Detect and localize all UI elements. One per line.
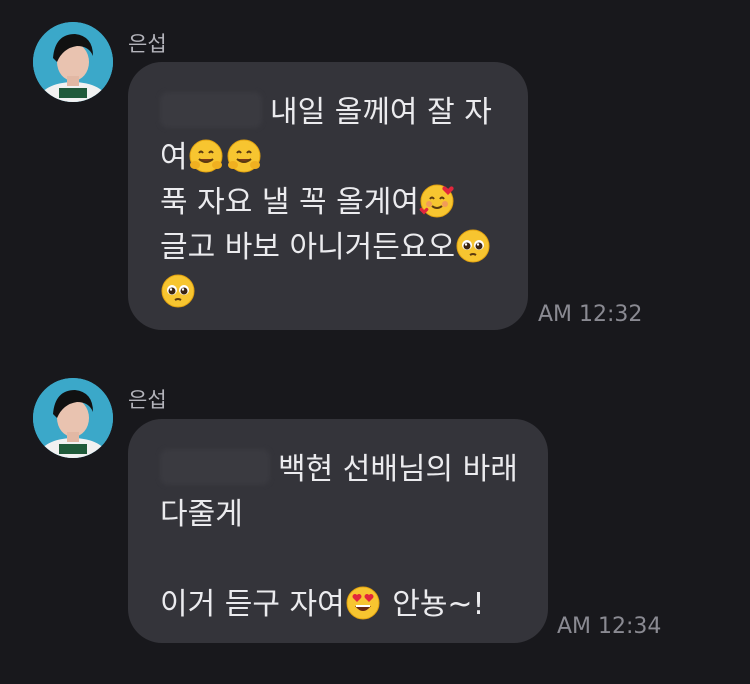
message-timestamp: AM 12:34 bbox=[557, 614, 662, 639]
message-bubble[interactable]: 내일 올께여 잘 자 여 푹 자요 낼 꼭 올게여 글고 바보 아니거든요오 bbox=[128, 62, 528, 330]
message-line: 다줄게 bbox=[160, 497, 243, 532]
message-line: 글고 바보 아니거든요오 bbox=[160, 225, 508, 270]
hugging-face-emoji bbox=[226, 138, 262, 174]
avatar[interactable] bbox=[33, 378, 113, 458]
avatar[interactable] bbox=[33, 22, 113, 102]
heart-eyes-emoji bbox=[345, 585, 381, 621]
sender-name: 은섭 bbox=[128, 388, 167, 412]
pleading-face-emoji bbox=[455, 228, 491, 264]
hugging-face-emoji bbox=[188, 138, 224, 174]
message-bubble[interactable]: 백현 선배님의 바래 다줄게 이거 듣구 자여 안뇽~! bbox=[128, 419, 548, 643]
message-line bbox=[160, 270, 508, 315]
message-line: 백현 선배님의 바래 bbox=[160, 447, 528, 492]
smiling-face-with-hearts-emoji bbox=[419, 183, 455, 219]
message-line: 푹 자요 낼 꼭 올게여 bbox=[160, 180, 508, 225]
pleading-face-emoji bbox=[160, 273, 196, 309]
message-line: 이거 듣구 자여 안뇽~! bbox=[160, 585, 485, 622]
message-line: 내일 올께여 잘 자 bbox=[160, 90, 508, 135]
sender-name: 은섭 bbox=[128, 32, 167, 56]
message-timestamp: AM 12:32 bbox=[538, 302, 643, 327]
message-line: 여 bbox=[160, 135, 508, 180]
redacted-mention bbox=[160, 92, 262, 128]
message-line-empty bbox=[160, 537, 528, 582]
redacted-mention bbox=[160, 449, 270, 485]
